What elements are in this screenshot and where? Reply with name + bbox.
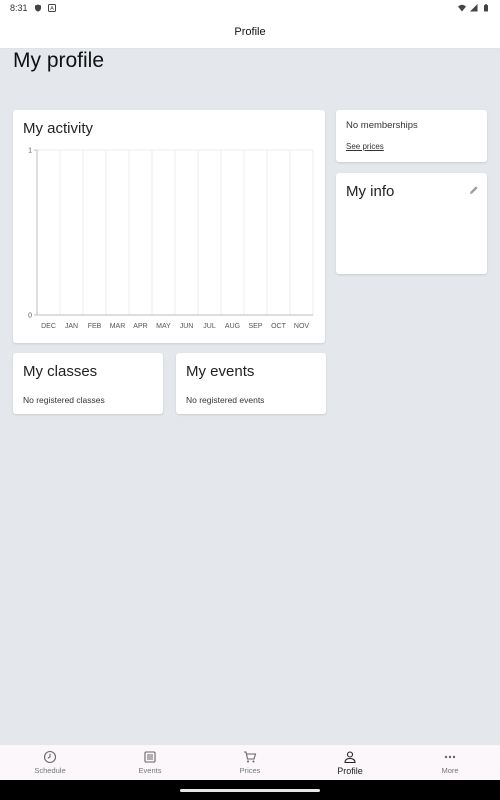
chart-x-tick-label: MAR (110, 323, 126, 330)
nav-item-schedule[interactable]: Schedule (0, 745, 100, 780)
classes-title: My classes (23, 363, 98, 380)
chart-x-tick-label: OCT (271, 323, 287, 330)
nav-label-prices: Prices (239, 766, 261, 775)
my-info-title: My info (346, 183, 395, 200)
nav-item-more[interactable]: More (400, 745, 500, 780)
nav-label-schedule: Schedule (34, 766, 66, 775)
chart-y-tick-label: 0 (28, 313, 32, 320)
chart-x-tick-label: FEB (88, 323, 102, 330)
chart-x-tick-label: DEC (41, 323, 56, 330)
signal-icon (470, 4, 478, 12)
chart-x-tick-label: NOV (294, 323, 310, 330)
my-info-card: My info (336, 173, 487, 274)
chart-x-tick-label: JUN (180, 323, 194, 330)
activity-chart: 0 1 DEC JAN FEB MAR APR MAY JUN JUL AUG SEP OCT NOV (28, 148, 314, 330)
a-icon: A (47, 4, 56, 12)
cart-icon (244, 751, 257, 763)
clock-icon (43, 750, 57, 764)
chart-y-tick-label: 1 (28, 148, 32, 155)
see-prices-link[interactable]: See prices (346, 142, 384, 151)
classes-empty-text: No registered classes (23, 395, 105, 405)
nav-item-profile[interactable]: Profile (300, 745, 400, 780)
events-title: My events (186, 363, 255, 380)
memberships-card: No memberships See prices (336, 110, 487, 162)
battery-icon (484, 4, 488, 12)
nav-item-events[interactable]: Events (100, 745, 200, 780)
chart-x-tick-label: APR (133, 323, 147, 330)
nav-label-events: Events (138, 766, 162, 775)
nav-label-profile: Profile (337, 765, 363, 776)
activity-card: 0 1 DEC JAN FEB MAR APR MAY JUN JUL AUG SEP OCT NOV M… (13, 110, 325, 343)
gesture-handle[interactable] (180, 789, 320, 792)
events-empty-text: No registered events (186, 395, 265, 405)
shield-icon (34, 4, 41, 12)
chart-x-tick-label: JAN (65, 323, 78, 330)
edit-icon[interactable] (469, 185, 479, 195)
classes-card[interactable]: My classes No registered classes (13, 353, 163, 414)
status-time: 8:31 (10, 3, 28, 13)
chart-x-tick-label: JUL (203, 323, 216, 330)
nav-label-more: More (441, 766, 459, 775)
more-icon (444, 755, 456, 759)
wifi-icon (458, 4, 466, 12)
page-title: My profile (13, 49, 105, 72)
memberships-text: No memberships (346, 120, 418, 131)
gesture-bar (0, 780, 500, 800)
app-bar-title: Profile (234, 26, 266, 38)
chart-x-tick-label: MAY (156, 323, 171, 330)
person-icon (344, 750, 356, 763)
list-icon (144, 751, 156, 763)
app-bar: Profile (0, 16, 500, 49)
chart-x-tick-label: AUG (225, 323, 240, 330)
events-card[interactable]: My events No registered events (176, 353, 326, 414)
status-bar: 8:31 A (0, 0, 500, 16)
activity-title: My activity (23, 120, 94, 137)
chart-x-tick-label: SEP (248, 323, 262, 330)
svg-text:A: A (50, 6, 54, 12)
bottom-nav: Schedule Events Prices Profile More (0, 744, 500, 780)
nav-item-prices[interactable]: Prices (200, 745, 300, 780)
